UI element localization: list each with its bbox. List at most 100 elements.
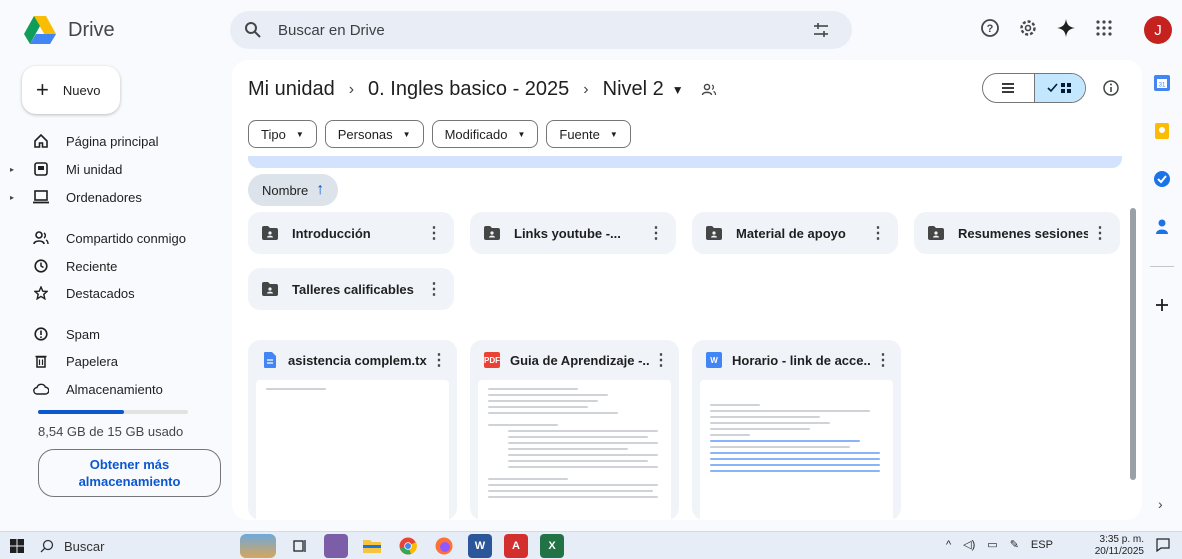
drive-icon	[32, 160, 50, 178]
file-card[interactable]: asistencia complem.txt ⋮	[248, 340, 457, 520]
settings-gear-icon[interactable]	[1016, 16, 1040, 40]
get-more-storage-button[interactable]: Obtener más almacenamiento	[38, 449, 221, 497]
word-file-icon: W	[706, 352, 722, 368]
main-panel: Mi unidad › 0. Ingles basico - 2025 › Ni…	[232, 60, 1142, 520]
sidebar-item-spam[interactable]: Spam	[20, 321, 230, 347]
svg-text:31: 31	[1159, 83, 1166, 89]
folder-item[interactable]: Resumenes sesiones ⋮	[914, 212, 1120, 254]
app-name: Drive	[68, 18, 115, 41]
keep-icon[interactable]	[1153, 122, 1171, 140]
search-bar[interactable]	[230, 11, 852, 49]
folder-item[interactable]: Talleres calificables ⋮	[248, 268, 454, 310]
storage-usage-bar	[38, 410, 188, 414]
spam-icon	[32, 325, 50, 343]
shared-folder-icon	[928, 226, 944, 240]
expand-arrow-icon[interactable]: ▸	[10, 193, 14, 202]
sidebar-item-starred[interactable]: Destacados	[20, 280, 230, 306]
file-card[interactable]: PDF Guia de Aprendizaje -... ⋮	[470, 340, 679, 520]
user-avatar[interactable]: J	[1144, 16, 1172, 44]
filter-people-chip[interactable]: Personas ▼	[324, 120, 424, 148]
search-input[interactable]	[278, 19, 778, 41]
file-explorer-icon[interactable]	[360, 534, 384, 558]
caret-down-icon: ▼	[402, 129, 411, 139]
gemini-sparkle-icon[interactable]	[1054, 16, 1078, 40]
shared-folder-icon	[262, 282, 278, 296]
scrollbar-thumb[interactable]	[1130, 208, 1136, 480]
expand-arrow-icon[interactable]: ▸	[10, 165, 14, 174]
folder-name: Talleres calificables	[292, 281, 414, 297]
notifications-icon[interactable]	[1156, 538, 1170, 552]
grid-view-button[interactable]	[1033, 74, 1085, 102]
folder-item[interactable]: Introducción ⋮	[248, 212, 454, 254]
more-options-icon[interactable]: ⋮	[649, 350, 673, 370]
sidebar-item-shared[interactable]: Compartido conmigo	[20, 225, 230, 251]
sidebar-item-my-drive[interactable]: ▸ Mi unidad	[10, 156, 230, 182]
news-widget-icon[interactable]	[240, 534, 276, 558]
word-app-icon[interactable]: W	[468, 534, 492, 558]
taskbar-clock[interactable]: 3:35 p. m. 20/11/2025	[1084, 534, 1144, 558]
calendar-icon[interactable]: 31	[1153, 74, 1171, 92]
get-more-storage-line1: Obtener más	[89, 457, 170, 472]
more-options-icon[interactable]: ⋮	[422, 279, 446, 299]
search-options-icon[interactable]	[812, 21, 830, 39]
filter-source-chip[interactable]: Fuente ▼	[546, 120, 631, 148]
sidebar-item-trash[interactable]: Papelera	[20, 348, 230, 374]
help-icon[interactable]: ?	[978, 16, 1002, 40]
more-options-icon[interactable]: ⋮	[871, 350, 895, 370]
taskbar-time: 3:35 p. m.	[1099, 534, 1144, 545]
add-addon-icon[interactable]	[1153, 296, 1171, 314]
file-name: Horario - link de acce...	[732, 352, 871, 368]
breadcrumb-item-my-drive[interactable]: Mi unidad	[248, 78, 335, 101]
list-view-button[interactable]	[983, 74, 1034, 102]
info-icon[interactable]	[1102, 79, 1120, 97]
caret-down-icon: ▼	[517, 129, 526, 139]
more-options-icon[interactable]: ⋮	[1088, 223, 1112, 243]
firefox-icon[interactable]	[432, 534, 456, 558]
filter-modified-chip[interactable]: Modificado ▼	[431, 120, 539, 148]
excel-app-icon[interactable]: X	[540, 534, 564, 558]
more-options-icon[interactable]: ⋮	[422, 223, 446, 243]
top-bar: Drive ? J	[0, 0, 1182, 62]
breadcrumb-item-course[interactable]: 0. Ingles basico - 2025	[368, 78, 569, 101]
sort-by-name-button[interactable]: Nombre ↑	[248, 174, 339, 206]
volume-icon[interactable]: ◁)	[963, 538, 975, 551]
taskbar-apps: W A X	[240, 534, 564, 558]
file-name: Guia de Aprendizaje -...	[510, 352, 649, 368]
folder-item[interactable]: Links youtube -... ⋮	[470, 212, 676, 254]
task-view-icon[interactable]	[288, 534, 312, 558]
more-options-icon[interactable]: ⋮	[427, 350, 451, 370]
get-more-storage-line2: almacenamiento	[78, 474, 181, 489]
folder-item[interactable]: Material de apoyo ⋮	[692, 212, 898, 254]
apps-grid-icon[interactable]	[1092, 16, 1116, 40]
language-indicator[interactable]: ESP	[1031, 539, 1053, 551]
filter-type-chip[interactable]: Tipo ▼	[248, 120, 317, 148]
drive-logo[interactable]: Drive	[22, 14, 115, 46]
file-card[interactable]: W Horario - link de acce... ⋮	[692, 340, 901, 520]
sidebar-item-recent[interactable]: Reciente	[20, 253, 230, 279]
collapse-side-panel-chevron-icon[interactable]: ›	[1158, 496, 1163, 512]
sidebar-item-label: Página principal	[66, 133, 159, 149]
taskbar-search[interactable]: Buscar	[40, 535, 230, 557]
sidebar-item-storage[interactable]: Almacenamiento	[20, 376, 230, 402]
taskbar-date: 20/11/2025	[1094, 546, 1144, 557]
more-options-icon[interactable]: ⋮	[644, 223, 668, 243]
clock-icon	[32, 257, 50, 275]
sidebar-item-home[interactable]: Página principal	[20, 128, 230, 154]
battery-icon[interactable]: ▭	[987, 538, 997, 551]
pen-icon[interactable]: ✎	[1010, 538, 1019, 551]
chrome-icon[interactable]	[396, 534, 420, 558]
tasks-icon[interactable]	[1153, 170, 1171, 188]
game-app-icon[interactable]	[324, 534, 348, 558]
shared-folder-people-icon[interactable]	[700, 81, 718, 99]
breadcrumb-current-folder[interactable]: Nivel 2 ▼	[603, 78, 684, 101]
file-card-header: asistencia complem.txt ⋮	[248, 340, 457, 380]
sidebar-item-computers[interactable]: ▸ Ordenadores	[10, 184, 230, 210]
contacts-icon[interactable]	[1153, 218, 1171, 236]
folder-name: Material de apoyo	[736, 225, 846, 241]
search-icon[interactable]	[244, 21, 262, 39]
pdf-reader-icon[interactable]: A	[504, 534, 528, 558]
windows-start-icon[interactable]	[10, 539, 24, 553]
more-options-icon[interactable]: ⋮	[866, 223, 890, 243]
tray-chevron-up-icon[interactable]: ^	[946, 539, 951, 551]
new-button[interactable]: + Nuevo	[22, 66, 120, 114]
